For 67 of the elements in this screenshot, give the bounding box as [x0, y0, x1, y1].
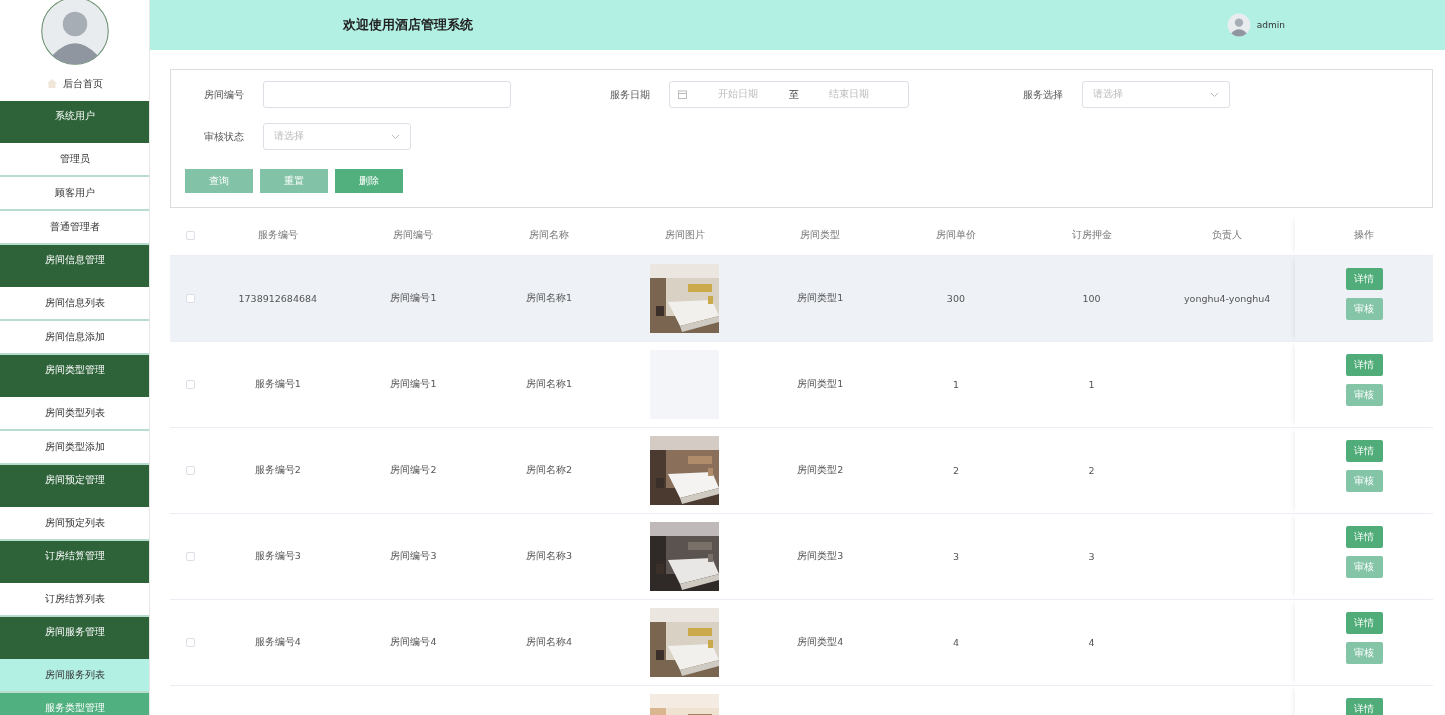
column-header: 房间编号: [392, 229, 435, 242]
table-cell-text: 3: [1087, 551, 1096, 562]
checkbox[interactable]: [185, 466, 195, 475]
menu-group[interactable]: 房间预定管理: [0, 465, 149, 507]
table-cell-text: 房间类型3: [796, 550, 845, 563]
field-label: 审核状态: [203, 129, 245, 144]
table-cell-text: 服务编号4: [253, 636, 302, 649]
menu-group[interactable]: 房间信息管理: [0, 245, 149, 287]
menu-item[interactable]: 房间服务列表: [0, 659, 149, 693]
checkbox[interactable]: [185, 294, 195, 303]
table-cell-text: 服务编号3: [253, 550, 302, 563]
table-cell-text: 房间类型2: [796, 464, 845, 477]
table-cell-text: 房间类型1: [796, 292, 845, 305]
input-field[interactable]: [263, 81, 511, 108]
field-label: 服务日期: [609, 87, 651, 102]
chevron-down-icon: [1210, 91, 1219, 98]
table-cell-text: 房间名称3: [525, 550, 574, 563]
table-cell-text: 房间编号1: [389, 378, 438, 391]
column-header: 房间单价: [934, 229, 977, 242]
column-header: 房间图片: [663, 229, 706, 242]
calendar-icon: [678, 90, 687, 99]
table-cell-text: 4: [951, 637, 960, 648]
menu-group[interactable]: 订房结算管理: [0, 541, 149, 583]
table-cell-text: 300: [945, 293, 966, 304]
field-label: 房间编号: [203, 87, 245, 102]
home-link[interactable]: 后台首页: [0, 66, 149, 101]
page-title: 欢迎使用酒店管理系统: [343, 16, 474, 34]
menu-group[interactable]: 房间服务管理: [0, 617, 149, 659]
table-cell-text: 1: [951, 379, 960, 390]
table-cell-text: 房间名称2: [525, 464, 574, 477]
column-header: 服务编号: [256, 229, 299, 242]
table-cell-text: yonghu4-yonghu4: [1183, 293, 1272, 304]
table-cell-text: 2: [1087, 465, 1096, 476]
table-cell-text: 房间编号2: [389, 464, 438, 477]
menu-group[interactable]: 系统用户: [0, 101, 149, 143]
user-name[interactable]: admin: [1256, 20, 1285, 30]
table-cell-text: 服务编号2: [253, 464, 302, 477]
column-header: 负责人: [1211, 229, 1244, 242]
column-header: 订房押金: [1070, 229, 1113, 242]
column-header: 操作: [1354, 229, 1374, 242]
table-cell-text: 2: [951, 465, 960, 476]
table-cell-text: 3: [951, 551, 960, 562]
table-cell-text: 100: [1081, 293, 1102, 304]
checkbox[interactable]: [185, 552, 195, 561]
checkbox[interactable]: [185, 638, 195, 647]
table-cell-text: 房间类型1: [796, 378, 845, 391]
field-label: 服务选择: [1022, 87, 1064, 102]
table-cell-text: 房间编号3: [389, 550, 438, 563]
table-cell-text: 房间名称1: [525, 378, 574, 391]
table-cell-text: 房间编号4: [389, 636, 438, 649]
home-icon: [46, 79, 57, 88]
chevron-down-icon: [391, 133, 400, 140]
column-header: 房间类型: [799, 229, 842, 242]
checkbox[interactable]: [185, 231, 195, 240]
menu-group[interactable]: 房间类型管理: [0, 355, 149, 397]
table-cell-text: 房间编号1: [389, 292, 438, 305]
column-header: 房间名称: [528, 229, 571, 242]
table-cell-text: 房间类型4: [796, 636, 845, 649]
table-cell-text: 服务编号1: [253, 378, 302, 391]
table-cell-text: 1738912684684: [237, 293, 319, 304]
table-cell-text: 房间名称4: [525, 636, 574, 649]
table-cell-text: 1: [1087, 379, 1096, 390]
table-cell-text: 房间名称1: [525, 292, 574, 305]
avatar-icon: [1226, 13, 1251, 37]
avatar-icon: [39, 0, 110, 66]
checkbox[interactable]: [185, 380, 195, 389]
table-cell-text: 4: [1087, 637, 1096, 648]
